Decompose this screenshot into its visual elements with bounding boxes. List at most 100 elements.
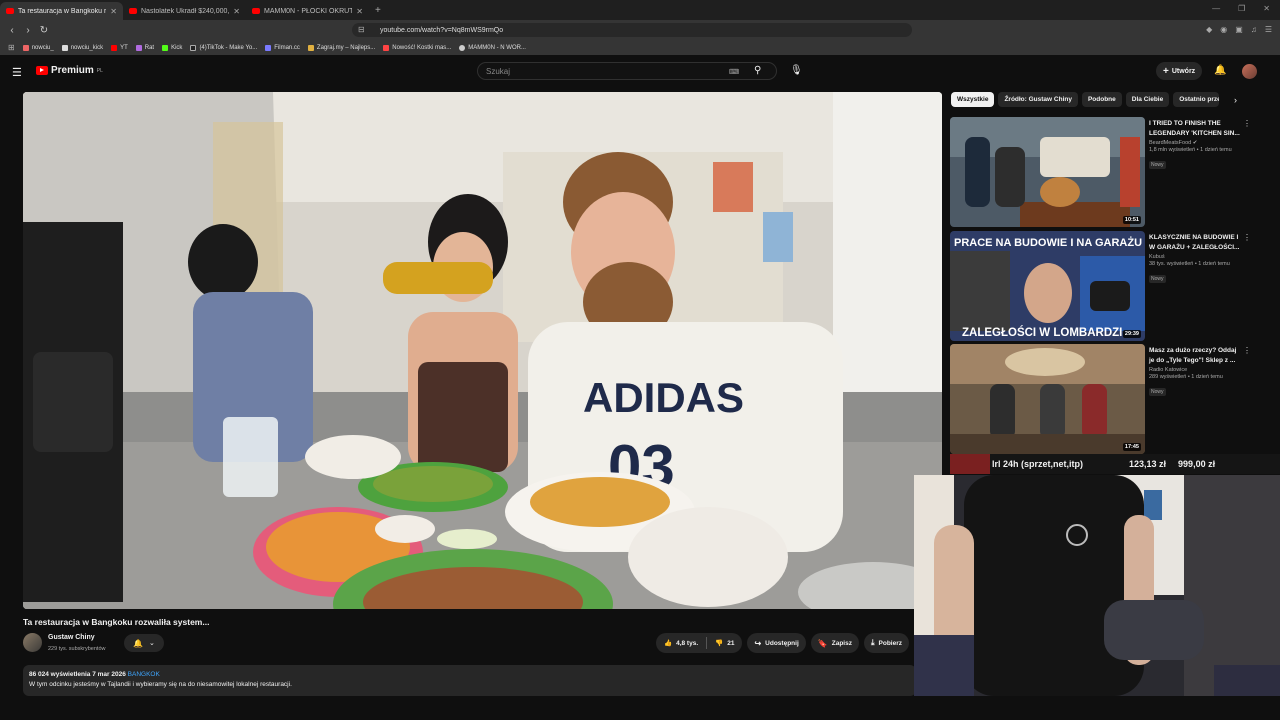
chip-similar[interactable]: Podobne (1081, 92, 1122, 107)
create-button[interactable]: + Utwórz (1156, 62, 1203, 80)
like-count: 4,8 tys. (676, 639, 699, 647)
search-placeholder: Szukaj (486, 66, 511, 76)
window-controls: — ❐ ✕ (1212, 4, 1270, 13)
recommendation-title[interactable]: KLASYCZNIE NA BUDOWIE I W GARAŻU + ZALEG… (1149, 233, 1241, 252)
menu-icon[interactable]: ☰ (1265, 25, 1272, 34)
bookmark-item[interactable]: Nowość! Kostki mas... (383, 44, 451, 51)
browser-tab-1[interactable]: Ta restauracja w Bangkoku ro ✕ (0, 2, 123, 20)
youtube-logo[interactable]: Premium PL (36, 65, 103, 76)
description-text: W tym odcinku jesteśmy w Tajlandii i wyb… (29, 681, 292, 688)
hashtag-link[interactable]: BANGKOK (128, 671, 160, 678)
keyboard-icon[interactable]: ⌨ (729, 68, 739, 76)
bookmark-item[interactable]: Filman.cc (265, 44, 300, 51)
music-icon[interactable]: ♫ (1251, 25, 1257, 34)
recommendation-item[interactable]: PRACE NA BUDOWIE I NA GARAŻU ZALEGŁOŚCI … (950, 231, 1270, 341)
microphone-icon[interactable]: 🎙 (790, 65, 803, 76)
bookmark-item[interactable]: Zagraj.my – Najleps... (307, 44, 375, 51)
new-tab-button[interactable]: + (375, 5, 381, 16)
more-options-icon[interactable]: ⋮ (1243, 119, 1251, 128)
bookmark-label: YT (120, 44, 128, 51)
description-box[interactable]: 86 024 wyświetlenia 7 mar 2026 BANGKOK W… (23, 665, 916, 696)
duration-badge: 17:45 (1122, 443, 1141, 451)
dislike-count: 21 (727, 639, 735, 647)
video-thumbnail[interactable]: 17:45 (950, 344, 1145, 454)
bookmark-item[interactable]: nowciu_kick (61, 44, 103, 51)
download-button[interactable]: ⤓ Pobierz (863, 633, 909, 653)
chip-all[interactable]: Wszystkie (951, 92, 995, 107)
bookmark-label: (4)TikTok - Make Yo... (199, 44, 258, 51)
recommendation-meta: 38 tys. wyświetleń • 1 dzień temu (1149, 261, 1230, 267)
bookmark-icon (265, 44, 272, 51)
close-window-icon[interactable]: ✕ (1263, 4, 1270, 13)
recommendation-title[interactable]: Masz za dużo rzeczy? Oddaj je do „Tyle T… (1149, 346, 1241, 365)
bookmark-item[interactable]: MAMM0N - N WOR... (459, 44, 526, 51)
bookmark-item[interactable]: (4)TikTok - Make Yo... (190, 44, 258, 51)
extension-icon[interactable]: ▣ (1235, 25, 1243, 34)
video-thumbnail[interactable]: 10:51 (950, 117, 1145, 227)
screen: Ta restauracja w Bangkoku ro ✕ Nastolate… (0, 0, 1280, 720)
save-label: Zapisz (831, 639, 852, 647)
video-frame: ADIDAS 03 (23, 92, 942, 609)
channel-avatar[interactable] (23, 633, 42, 652)
dislike-button[interactable]: 👎 21 (707, 639, 742, 648)
chip-source[interactable]: Źródło: Gustaw Chiny (998, 92, 1078, 107)
video-player[interactable]: ADIDAS 03 (23, 92, 942, 609)
chevron-right-icon[interactable]: › (1234, 95, 1237, 105)
minimize-icon[interactable]: — (1212, 4, 1220, 13)
address-bar[interactable]: ⊟ youtube.com/watch?v=Nq8mWS9rmQo (352, 23, 912, 37)
save-button[interactable]: 🔖 Zapisz (810, 633, 859, 653)
menu-icon[interactable]: ☰ (12, 66, 22, 79)
more-options-icon[interactable]: ⋮ (1243, 346, 1251, 355)
youtube-icon (111, 44, 118, 51)
extension-icon[interactable]: ◉ (1220, 25, 1227, 34)
youtube-favicon-icon (252, 8, 260, 14)
bookmark-icon (22, 44, 29, 51)
like-dislike-group: 👍 4,8 tys. 👎 21 (656, 633, 743, 653)
duration-badge: 10:51 (1122, 216, 1141, 224)
extension-icon[interactable]: ◆ (1206, 25, 1212, 34)
browser-tab-2[interactable]: Nastolatek Ukradł $240,000,000 | Po ✕ (123, 2, 246, 20)
bookmark-item[interactable]: YT (111, 44, 128, 51)
tab-title: MAMM0N - PŁOCKI OKRUTNIK PUB (264, 7, 353, 15)
apps-icon[interactable]: ⊞ (8, 43, 15, 52)
more-options-icon[interactable]: ⋮ (1243, 233, 1251, 242)
new-badge: Nowy (1149, 161, 1166, 169)
maximize-icon[interactable]: ❐ (1238, 4, 1245, 13)
thumbnail-image (950, 344, 1145, 454)
recommendation-meta: 1,8 mln wyświetleń • 1 dzień temu (1149, 147, 1232, 153)
site-info-icon[interactable]: ⊟ (358, 25, 365, 34)
video-thumbnail[interactable]: PRACE NA BUDOWIE I NA GARAŻU ZALEGŁOŚCI … (950, 231, 1145, 341)
share-button[interactable]: ↪ Udostępnij (747, 633, 806, 653)
bookmark-item[interactable]: Kick (162, 44, 182, 51)
channel-name[interactable]: Gustaw Chiny (48, 634, 95, 641)
close-tab-icon[interactable]: ✕ (356, 7, 363, 16)
recommendation-channel[interactable]: BeardMeatsFood ✔ (1149, 140, 1241, 146)
recommendation-channel[interactable]: Kubuś (1149, 254, 1241, 260)
bookmark-item[interactable]: Rat (135, 44, 154, 51)
reload-icon[interactable]: ↻ (36, 25, 52, 36)
recommendation-item[interactable]: 10:51 I TRIED TO FINISH THE LEGENDARY 'K… (950, 117, 1270, 227)
notifications-icon[interactable]: 🔔 (1214, 65, 1226, 76)
bookmark-item[interactable]: nowciu_ (22, 44, 54, 51)
search-icon[interactable]: ⚲ (754, 65, 761, 76)
like-button[interactable]: 👍 4,8 tys. (656, 639, 706, 648)
recommendation-item[interactable]: 17:45 Masz za dużo rzeczy? Oddaj je do „… (950, 344, 1270, 454)
chip-recent[interactable]: Ostatnio prze (1173, 92, 1220, 107)
subscription-bell-button[interactable]: 🔔 ⌄ (124, 634, 164, 652)
download-icon: ⤓ (870, 638, 875, 647)
new-badge: Nowy (1149, 388, 1166, 396)
back-icon[interactable]: ‹ (4, 25, 20, 36)
close-tab-icon[interactable]: ✕ (110, 7, 117, 16)
bookmark-icon (459, 44, 466, 51)
forward-icon[interactable]: › (20, 25, 36, 36)
bookmark-label: Filman.cc (274, 44, 300, 51)
recommendation-title[interactable]: I TRIED TO FINISH THE LEGENDARY 'KITCHEN… (1149, 119, 1241, 138)
chip-for-you[interactable]: Dla Ciebie (1125, 92, 1170, 107)
recommendation-info: Masz za dużo rzeczy? Oddaj je do „Tyle T… (1149, 346, 1241, 398)
recommendation-channel[interactable]: Radio Katowice (1149, 367, 1241, 373)
recommendation-info: I TRIED TO FINISH THE LEGENDARY 'KITCHEN… (1149, 119, 1241, 171)
browser-tab-3[interactable]: MAMM0N - PŁOCKI OKRUTNIK PUB ✕ (246, 2, 369, 20)
avatar[interactable] (1242, 64, 1257, 79)
tab-title: Ta restauracja w Bangkoku ro (18, 7, 107, 15)
close-tab-icon[interactable]: ✕ (233, 7, 240, 16)
